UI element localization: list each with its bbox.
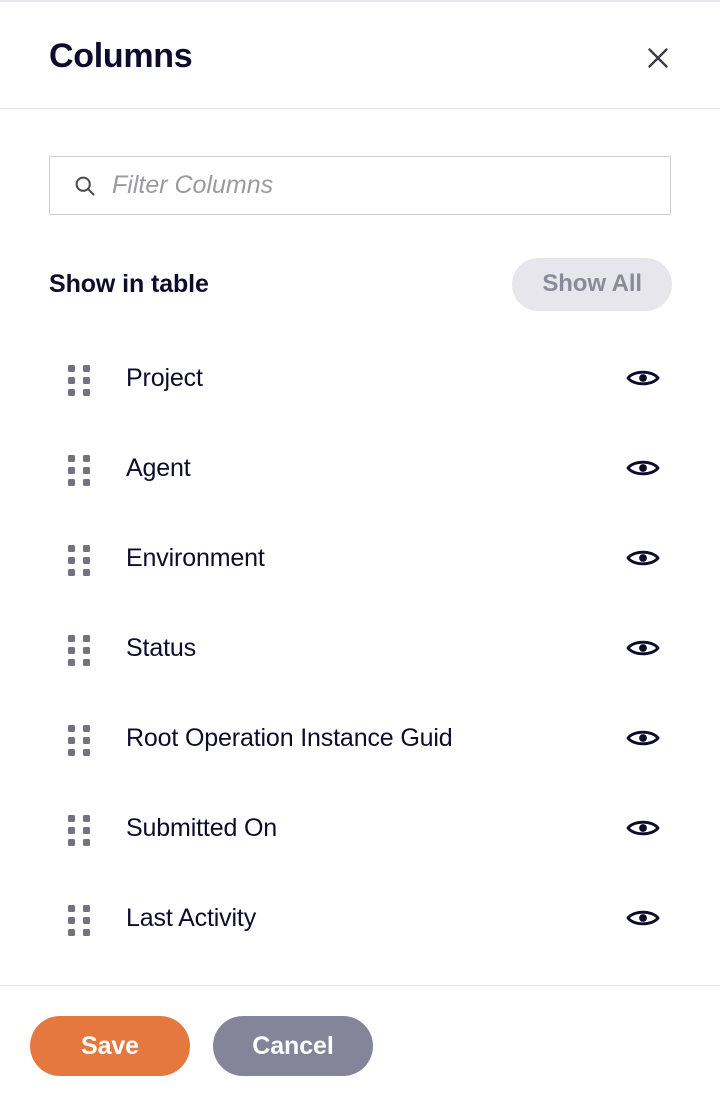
search-input[interactable]: [112, 157, 656, 214]
eye-icon: [626, 816, 660, 840]
drag-handle-icon[interactable]: [68, 635, 92, 666]
visibility-toggle-button[interactable]: [621, 541, 665, 575]
dialog-footer: Save Cancel: [0, 985, 720, 1120]
table-row[interactable]: Last Activity: [0, 873, 720, 963]
drag-handle-icon[interactable]: [68, 725, 92, 756]
eye-icon: [626, 636, 660, 660]
visibility-toggle-button[interactable]: [621, 901, 665, 935]
dialog-body: Show in table Show All Project: [0, 109, 720, 985]
page-title: Columns: [49, 37, 193, 75]
eye-icon: [626, 906, 660, 930]
cancel-button[interactable]: Cancel: [213, 1016, 373, 1076]
section-title: Show in table: [49, 270, 209, 298]
close-icon: [645, 45, 671, 71]
table-row[interactable]: Status: [0, 603, 720, 693]
column-label: Status: [126, 633, 196, 662]
drag-handle-icon[interactable]: [68, 455, 92, 486]
show-in-table-section: Show in table Show All: [49, 257, 672, 312]
table-row[interactable]: Environment: [0, 513, 720, 603]
eye-icon: [626, 546, 660, 570]
columns-dialog: Columns Show in table Show All: [0, 0, 720, 1120]
visibility-toggle-button[interactable]: [621, 721, 665, 755]
drag-handle-icon[interactable]: [68, 365, 92, 396]
eye-icon: [626, 726, 660, 750]
table-row[interactable]: Project: [0, 333, 720, 423]
column-label: Project: [126, 363, 203, 392]
filter-columns-field[interactable]: [49, 156, 671, 215]
visibility-toggle-button[interactable]: [621, 811, 665, 845]
show-all-button[interactable]: Show All: [512, 258, 672, 311]
eye-icon: [626, 366, 660, 390]
dialog-header: Columns: [0, 2, 720, 109]
drag-handle-icon[interactable]: [68, 815, 92, 846]
visibility-toggle-button[interactable]: [621, 361, 665, 395]
visibility-toggle-button[interactable]: [621, 451, 665, 485]
column-label: Environment: [126, 543, 265, 572]
column-label: Agent: [126, 453, 191, 482]
column-label: Last Activity: [126, 903, 257, 932]
drag-handle-icon[interactable]: [68, 905, 92, 936]
eye-icon: [626, 456, 660, 480]
drag-handle-icon[interactable]: [68, 545, 92, 576]
column-list: Project Agent Environment Status Root Op…: [0, 333, 720, 963]
column-label: Submitted On: [126, 813, 278, 842]
column-label: Root Operation Instance Guid: [126, 723, 453, 752]
table-row[interactable]: Root Operation Instance Guid: [0, 693, 720, 783]
table-row[interactable]: Submitted On: [0, 783, 720, 873]
search-icon: [72, 173, 98, 199]
close-button[interactable]: [640, 40, 676, 76]
save-button[interactable]: Save: [30, 1016, 190, 1076]
visibility-toggle-button[interactable]: [621, 631, 665, 665]
table-row[interactable]: Agent: [0, 423, 720, 513]
